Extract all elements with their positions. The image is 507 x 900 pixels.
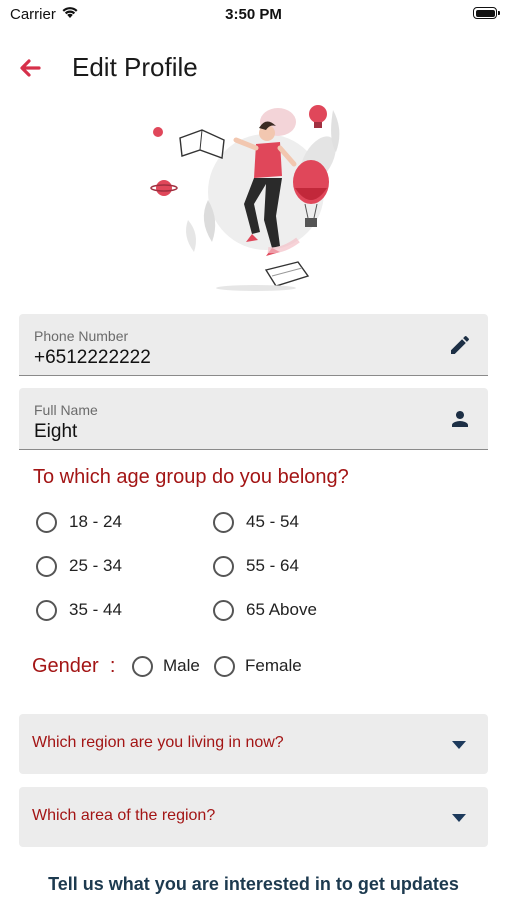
age-option-label: 55 - 64: [246, 556, 299, 575]
age-option-45-54[interactable]: 45 - 54: [213, 508, 299, 536]
full-name-label: Full Name: [34, 402, 98, 418]
battery-icon: [473, 7, 500, 19]
age-group-question: To which age group do you belong?: [33, 466, 349, 488]
page-title: Edit Profile: [72, 52, 198, 82]
age-option-25-34[interactable]: 25 - 34: [36, 552, 122, 580]
age-option-65-above[interactable]: 65 Above: [213, 596, 317, 624]
age-option-18-24[interactable]: 18 - 24: [36, 508, 122, 536]
region-dropdown[interactable]: Which region are you living in now?: [19, 714, 488, 774]
age-option-label: 45 - 54: [246, 512, 299, 531]
radio-button[interactable]: [36, 599, 57, 621]
caret-down-icon[interactable]: [452, 814, 466, 822]
area-dropdown[interactable]: Which area of the region?: [19, 787, 488, 847]
gender-option-label: Female: [245, 656, 302, 675]
age-option-label: 35 - 44: [69, 600, 122, 619]
radio-button[interactable]: [213, 555, 234, 577]
radio-button[interactable]: [36, 511, 57, 533]
phone-number-input[interactable]: +6512222222: [34, 347, 414, 369]
caret-down-icon[interactable]: [452, 741, 466, 749]
person-icon: [452, 411, 468, 427]
age-option-label: 25 - 34: [69, 556, 122, 575]
arrow-left-icon: [20, 59, 41, 77]
radio-button[interactable]: [214, 655, 235, 677]
phone-number-field[interactable]: Phone Number +6512222222: [19, 314, 488, 376]
age-option-55-64[interactable]: 55 - 64: [213, 552, 299, 580]
interests-heading: Tell us what you are interested in to ge…: [48, 874, 459, 894]
radio-button[interactable]: [36, 555, 57, 577]
gender-option-female[interactable]: Female: [214, 652, 302, 680]
age-option-label: 65 Above: [246, 600, 317, 619]
full-name-field[interactable]: Full Name Eight: [19, 388, 488, 450]
profile-illustration: [150, 105, 340, 291]
age-option-label: 18 - 24: [69, 512, 122, 531]
radio-button[interactable]: [213, 511, 234, 533]
status-bar: Carrier 3:50 PM: [0, 0, 507, 30]
phone-number-label: Phone Number: [34, 328, 129, 344]
age-option-35-44[interactable]: 35 - 44: [36, 596, 122, 624]
radio-button[interactable]: [213, 599, 234, 621]
radio-button[interactable]: [132, 655, 153, 677]
pencil-icon[interactable]: [448, 333, 472, 357]
area-dropdown-placeholder: Which area of the region?: [32, 807, 216, 824]
gender-option-label: Male: [163, 656, 200, 675]
header: Edit Profile: [0, 44, 507, 92]
gender-option-male[interactable]: Male: [132, 652, 200, 680]
gender-label: Gender :: [32, 655, 116, 677]
full-name-input[interactable]: Eight: [34, 421, 414, 443]
region-dropdown-placeholder: Which region are you living in now?: [32, 734, 284, 751]
status-time: 3:50 PM: [225, 6, 282, 23]
back-button[interactable]: [14, 53, 46, 83]
